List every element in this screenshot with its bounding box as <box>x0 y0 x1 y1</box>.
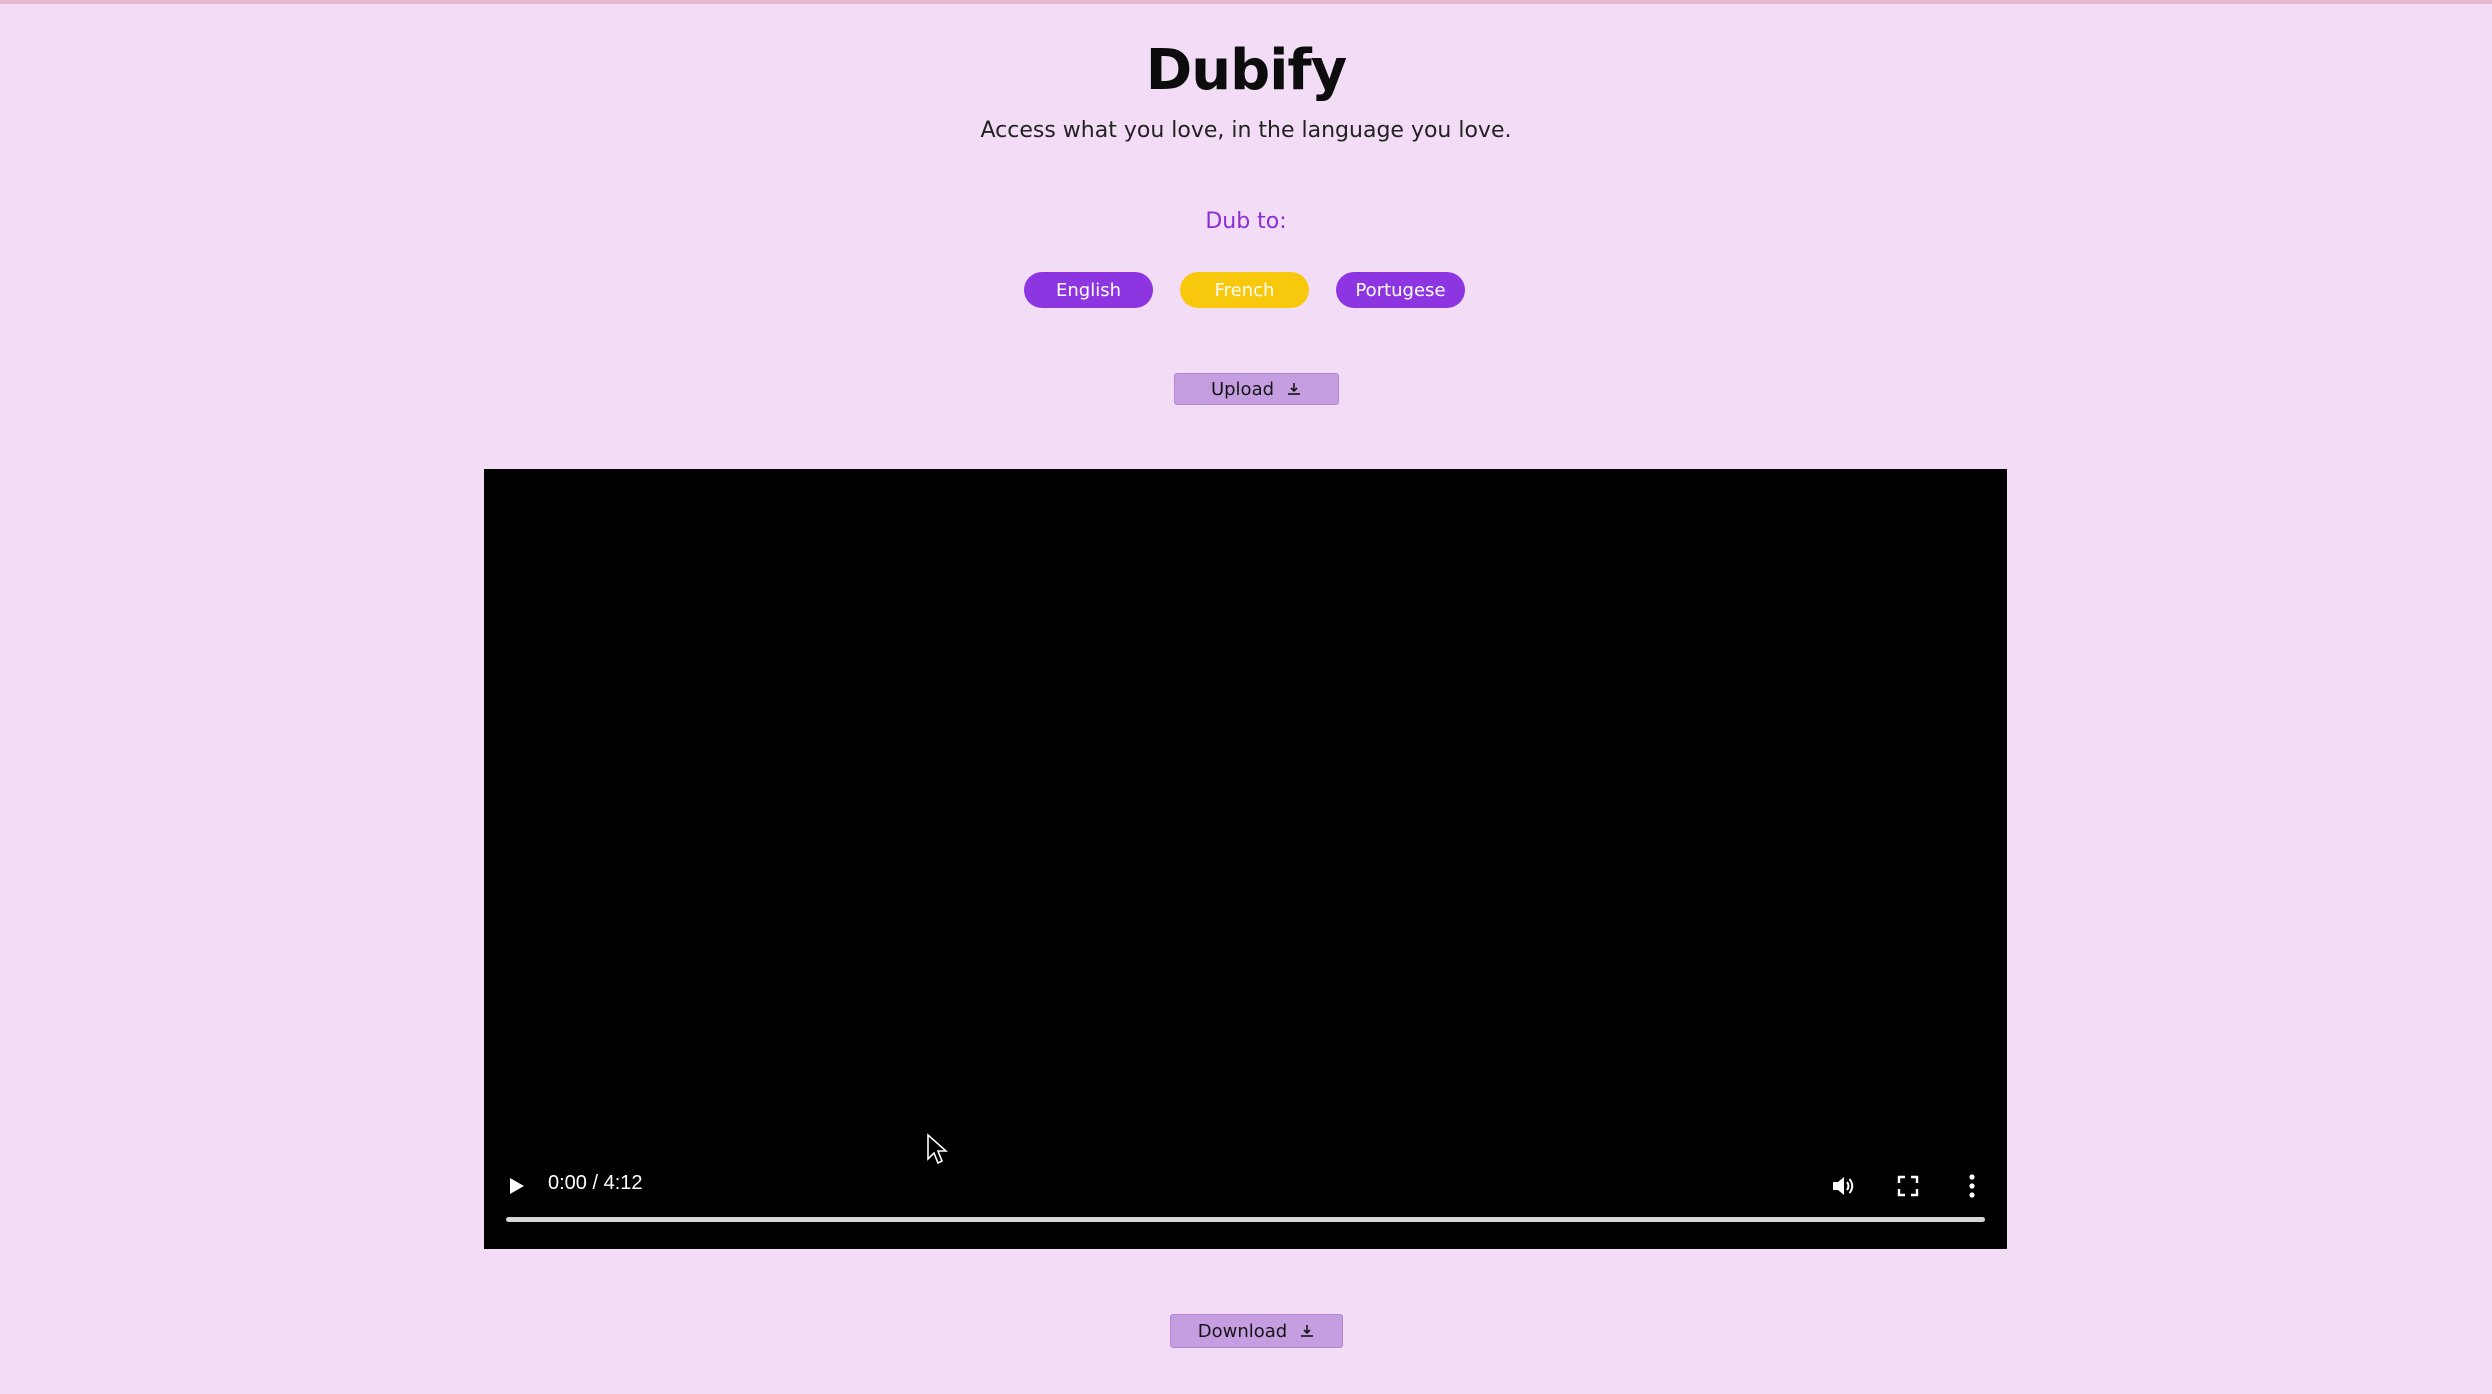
language-english-button[interactable]: English <box>1024 272 1153 308</box>
app-tagline: Access what you love, in the language yo… <box>980 118 1512 143</box>
more-options-icon[interactable] <box>1967 1173 1977 1199</box>
video-player[interactable]: 0:00 / 4:12 <box>484 469 2007 1249</box>
upload-label: Upload <box>1210 378 1275 400</box>
upload-button[interactable]: Upload <box>1174 373 1339 405</box>
play-icon[interactable] <box>508 1176 526 1196</box>
time-display: 0:00 / 4:12 <box>548 1172 643 1194</box>
mouse-pointer-icon <box>927 1133 948 1165</box>
fullscreen-icon[interactable] <box>1897 1175 1919 1197</box>
progress-bar[interactable] <box>506 1217 1985 1222</box>
language-selector: English French Portugese <box>1024 272 1465 308</box>
upload-icon <box>1286 381 1302 397</box>
dub-to-label: Dub to: <box>1205 209 1287 234</box>
app-title: Dubify <box>1145 38 1348 103</box>
top-border <box>0 0 2492 4</box>
language-french-button[interactable]: French <box>1180 272 1309 308</box>
download-icon <box>1299 1323 1315 1339</box>
download-button[interactable]: Download <box>1170 1314 1343 1348</box>
download-label: Download <box>1197 1320 1288 1342</box>
volume-icon[interactable] <box>1830 1173 1856 1199</box>
language-portugese-button[interactable]: Portugese <box>1336 272 1465 308</box>
